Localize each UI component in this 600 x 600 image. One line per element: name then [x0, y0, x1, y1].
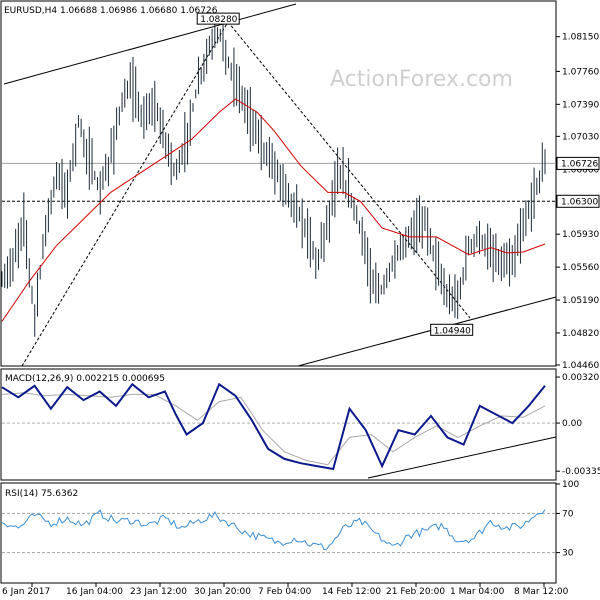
x-tick-label: 14 Feb 12:00 — [322, 587, 381, 597]
macd-y-axis: 0.003207 0.00 -0.003355 — [556, 373, 600, 477]
x-tick-label: 1 Mar 04:00 — [450, 587, 505, 597]
rsi-y-tick-label: 70 — [562, 509, 574, 519]
x-tick-label: 7 Feb 04:00 — [258, 587, 312, 597]
macd-y-tick-label: 0.00 — [562, 419, 582, 429]
annotation-label: 1.08280 — [200, 15, 237, 25]
price-y-tick-label: 1.08150 — [562, 33, 599, 43]
price-y-tick-label: 1.07030 — [562, 132, 599, 142]
price-y-tick-label: 1.07390 — [562, 100, 599, 110]
rsi-header-label: RSI(14) 75.6362 — [5, 489, 78, 499]
macd-y-tick-label: -0.003355 — [562, 467, 600, 477]
x-tick-label: 16 Jan 04:00 — [66, 587, 123, 597]
price-y-tick-label: 1.07760 — [562, 67, 599, 77]
annotation-label: 1.04940 — [434, 326, 471, 336]
macd-header-label: MACD(12,26,9) 0.002215 0.000695 — [5, 374, 165, 384]
price-grid — [2, 162, 556, 202]
macd-series — [1, 382, 557, 479]
x-tick-label: 6 Jan 2017 — [2, 587, 50, 597]
price-header-label: EURUSD,H4 1.06688 1.06986 1.06680 1.0672… — [4, 6, 218, 16]
x-tick-label: 21 Feb 20:00 — [386, 587, 445, 597]
price-y-tick-label: 1.04460 — [562, 361, 599, 371]
x-tick-label: 8 Mar 12:00 — [514, 587, 569, 597]
price-y-tick-label: 1.05930 — [562, 230, 599, 240]
support-level-label: 1.06300 — [561, 197, 598, 207]
price-y-tick-label: 1.05560 — [562, 263, 599, 273]
rsi-y-axis: 100 70 30 — [556, 480, 579, 559]
price-y-axis: 1.081501.077601.073901.070301.066601.062… — [556, 33, 600, 371]
dashed-up-trendline — [21, 21, 229, 367]
lower-channel-line — [297, 296, 557, 367]
price-panel-frame — [0, 0, 557, 367]
chart-canvas: ActionForex.com 1.08150 1.07760 1.07390 1.0… — [0, 0, 600, 597]
upper-channel-line — [3, 3, 297, 85]
macd-signal-line — [1, 392, 546, 466]
x-tick-label: 23 Jan 12:00 — [130, 587, 187, 597]
price-y-tick-label: 1.04820 — [562, 329, 599, 339]
watermark: ActionForex.com — [330, 67, 513, 92]
rsi-series — [1, 509, 556, 554]
macd-y-tick-label: 0.003207 — [562, 373, 600, 383]
rsi-y-tick-label: 30 — [562, 549, 574, 559]
rsi-panel-frame — [0, 482, 557, 584]
macd-line — [1, 382, 546, 471]
price-y-tick-label: 1.05190 — [562, 296, 599, 306]
rsi-line — [1, 509, 546, 551]
x-axis: 6 Jan 2017 16 Jan 04:00 23 Jan 12:00 30 Jan… — [2, 583, 569, 597]
current-price-label: 1.06726 — [561, 159, 598, 169]
rsi-y-tick-label: 100 — [562, 480, 579, 490]
x-tick-label: 30 Jan 20:00 — [194, 587, 251, 597]
